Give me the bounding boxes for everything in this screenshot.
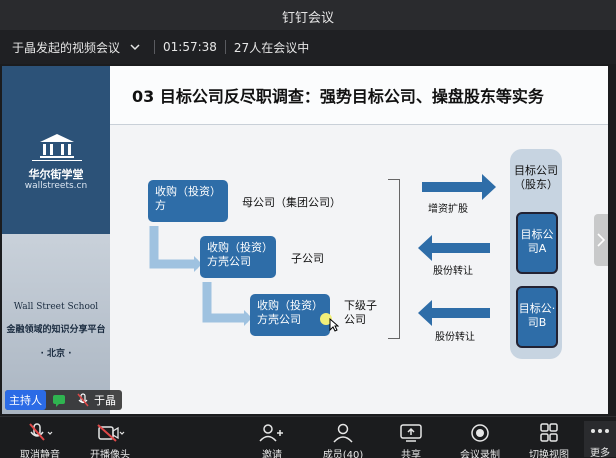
meeting-name[interactable]: 于晶发起的视频会议 [12, 39, 120, 56]
title-bar: 钉钉会议 [0, 0, 616, 30]
camera-label: 开播像头 [90, 450, 130, 458]
share-screen-icon [400, 424, 422, 442]
shared-screen: 华尔街学堂 wallstreets.cn Wall Street School … [2, 66, 608, 414]
app-title: 钉钉会议 [281, 11, 334, 26]
chevron-right-icon [597, 233, 605, 247]
unmute-label: 取消静音 [20, 450, 60, 458]
unmute-button[interactable]: 取消静音 [18, 423, 62, 458]
invite-button[interactable]: 邀请 [250, 423, 294, 458]
mouse-cursor-icon [329, 318, 339, 332]
person-icon [333, 423, 353, 443]
meeting-info-bar: 于晶发起的视频会议 01:57:38 27人在会议中 [0, 30, 616, 64]
record-label: 会议录制 [460, 450, 500, 458]
acquirer-box: 收购（投资）方 [148, 180, 228, 222]
chevron-down-icon[interactable] [128, 40, 142, 54]
camera-button[interactable]: 开播像头 [84, 423, 136, 458]
bracket [388, 179, 400, 339]
host-participant-chip[interactable]: 主持人 于晶 [5, 390, 122, 410]
mic-muted-icon [77, 393, 89, 407]
grid-view-icon [540, 423, 558, 442]
subsidiary-label: 子公司 [291, 252, 324, 265]
chat-bubble-icon [53, 395, 65, 407]
record-icon [471, 424, 489, 442]
invite-label: 邀请 [262, 450, 282, 458]
target-company-b: 目标公·司B [516, 286, 558, 348]
divider [224, 40, 226, 54]
meeting-timer: 01:57:38 [163, 40, 217, 54]
more-label: 更多 [590, 448, 610, 458]
share-transfer-label: 股份转让 [433, 266, 473, 277]
dingtalk-meeting-window: 钉钉会议 于晶发起的视频会议 01:57:38 27人在会议中 华尔街学堂 wa… [0, 0, 616, 458]
acquirer-shell-box: 收购（投资）方壳公司 [200, 236, 276, 278]
switch-view-button[interactable]: 切换视图 [526, 423, 572, 458]
more-dots-icon [591, 429, 609, 433]
members-button[interactable]: 成员(40) [318, 423, 368, 458]
lower-subsidiary-label: 下级子公司 [344, 299, 377, 326]
target-company-a: 目标公司A [516, 212, 558, 274]
share-label: 共享 [401, 450, 421, 458]
participant-name: 于晶 [94, 394, 116, 407]
parent-company-label: 母公司（集团公司） [242, 196, 341, 209]
more-button[interactable]: 更多 [584, 421, 616, 458]
participant-count[interactable]: 27人在会议中 [234, 39, 309, 56]
host-badge: 主持人 [5, 390, 46, 410]
switch-view-label: 切换视图 [529, 450, 569, 458]
camera-off-icon [97, 424, 125, 442]
members-label: 成员(40) [322, 450, 364, 458]
capital-increase-label: 增资扩股 [428, 204, 468, 215]
meeting-toolbar: 取消静音 开播像头 邀请 成员(40) 共享 会议录制 切换视图 更多 [0, 416, 616, 458]
acquirer-shell-box-2: 收购（投资）方壳公司 [250, 294, 330, 336]
divider [154, 40, 156, 54]
target-company-heading: 目标公司（股东） [514, 164, 558, 191]
share-transfer-label-2: 股份转让 [435, 332, 475, 343]
record-button[interactable]: 会议录制 [460, 423, 500, 458]
mic-muted-icon [29, 423, 53, 441]
add-person-icon [259, 424, 283, 442]
next-page-button[interactable] [594, 214, 608, 266]
share-screen-button[interactable]: 共享 [396, 423, 426, 458]
